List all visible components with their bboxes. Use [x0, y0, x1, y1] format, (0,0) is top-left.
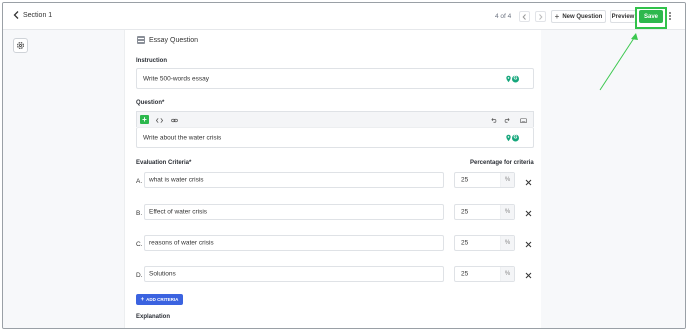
criteria-header: Evaluation Criteria* — [136, 160, 192, 166]
preview-button[interactable]: Preview — [610, 10, 636, 23]
criterion-text-input[interactable]: Solutions — [144, 266, 444, 282]
percent-unit: % — [500, 236, 514, 250]
criterion-percent: 25 — [461, 239, 469, 247]
undo-icon[interactable] — [488, 115, 498, 125]
gear-icon — [17, 42, 24, 49]
kebab-menu-icon[interactable] — [667, 11, 673, 23]
percent-unit: % — [500, 205, 514, 219]
criterion-text-input[interactable]: reasons of water crisis — [144, 235, 444, 251]
percent-unit: % — [500, 173, 514, 187]
back-label: Section 1 — [23, 11, 53, 19]
criterion-percent: 25 — [461, 208, 469, 216]
criterion-text-input[interactable]: what is water crisis — [144, 172, 444, 188]
save-label: Save — [643, 13, 658, 20]
code-icon[interactable] — [154, 115, 164, 125]
next-question-button[interactable] — [535, 11, 546, 22]
instruction-field[interactable]: Write 500-words essay G — [136, 68, 534, 89]
grammarly-icon[interactable]: G — [512, 75, 519, 82]
close-icon[interactable] — [525, 210, 532, 217]
prev-question-button[interactable] — [519, 11, 530, 22]
grammarly-icon[interactable]: G — [512, 134, 519, 141]
criterion-percent-input[interactable]: 25 % — [454, 172, 515, 188]
criterion-text: reasons of water crisis — [149, 239, 214, 247]
criterion-percent-input[interactable]: 25 % — [454, 235, 515, 251]
close-icon[interactable] — [525, 272, 532, 279]
link-icon[interactable] — [169, 115, 179, 125]
question-pager: 4 of 4 — [495, 13, 512, 20]
question-type: Essay Question — [137, 36, 198, 44]
criterion-letter: A. — [136, 178, 143, 185]
left-panel — [3, 30, 125, 328]
location-pin-icon — [506, 134, 511, 141]
criterion-percent-input[interactable]: 25 % — [454, 266, 515, 282]
back-link[interactable]: Section 1 — [13, 11, 52, 19]
new-question-label: New Question — [562, 13, 603, 20]
chevron-left-icon — [13, 11, 19, 19]
extension-icons: G — [506, 75, 519, 82]
settings-button[interactable] — [13, 38, 28, 53]
question-type-label: Essay Question — [149, 36, 199, 44]
question-value: Write about the water crisis — [143, 134, 222, 141]
criterion-text: what is water crisis — [149, 176, 204, 184]
criterion-text: Solutions — [149, 270, 176, 278]
redo-icon[interactable] — [502, 115, 512, 125]
add-content-button[interactable]: + — [140, 115, 149, 124]
instruction-value: Write 500-words essay — [143, 75, 209, 82]
percent-unit: % — [500, 267, 514, 281]
criterion-text-input[interactable]: Effect of water crisis — [144, 204, 444, 220]
criterion-percent-input[interactable]: 25 % — [454, 204, 515, 220]
plus-icon: + — [554, 11, 560, 21]
editor-toolbar: + — [136, 111, 534, 127]
preview-label: Preview — [611, 13, 635, 20]
criterion-text: Effect of water crisis — [149, 208, 208, 216]
criterion-letter: B. — [136, 210, 143, 217]
save-button[interactable]: Save — [639, 10, 663, 23]
top-bar: Section 1 4 of 4 + New Question Preview … — [3, 3, 685, 30]
close-icon[interactable] — [525, 241, 532, 248]
instruction-label: Instruction — [136, 58, 167, 64]
criterion-letter: C. — [136, 241, 143, 248]
app-frame: Section 1 4 of 4 + New Question Preview … — [2, 2, 686, 329]
add-criteria-button[interactable]: + ADD CRITERIA — [136, 294, 183, 305]
keyboard-icon[interactable] — [518, 115, 528, 125]
criterion-percent: 25 — [461, 176, 469, 184]
annotation-arrow-icon — [599, 33, 638, 91]
extension-icons: G — [506, 134, 519, 141]
location-pin-icon — [506, 75, 511, 82]
chevron-left-icon — [522, 13, 526, 20]
essay-icon — [137, 36, 145, 44]
close-icon[interactable] — [525, 179, 532, 186]
criterion-percent: 25 — [461, 270, 469, 278]
explanation-label: Explanation — [136, 314, 171, 320]
add-criteria-label: ADD CRITERIA — [146, 297, 179, 302]
question-label: Question* — [136, 100, 165, 106]
new-question-button[interactable]: + New Question — [551, 10, 606, 23]
plus-icon: + — [140, 296, 145, 303]
chevron-right-icon — [539, 13, 543, 20]
question-field[interactable]: Write about the water crisis G — [136, 127, 534, 148]
criterion-letter: D. — [136, 272, 143, 279]
percentage-header: Percentage for criteria — [470, 160, 534, 166]
question-editor: Essay Question Instruction Write 500-wor… — [125, 30, 541, 328]
